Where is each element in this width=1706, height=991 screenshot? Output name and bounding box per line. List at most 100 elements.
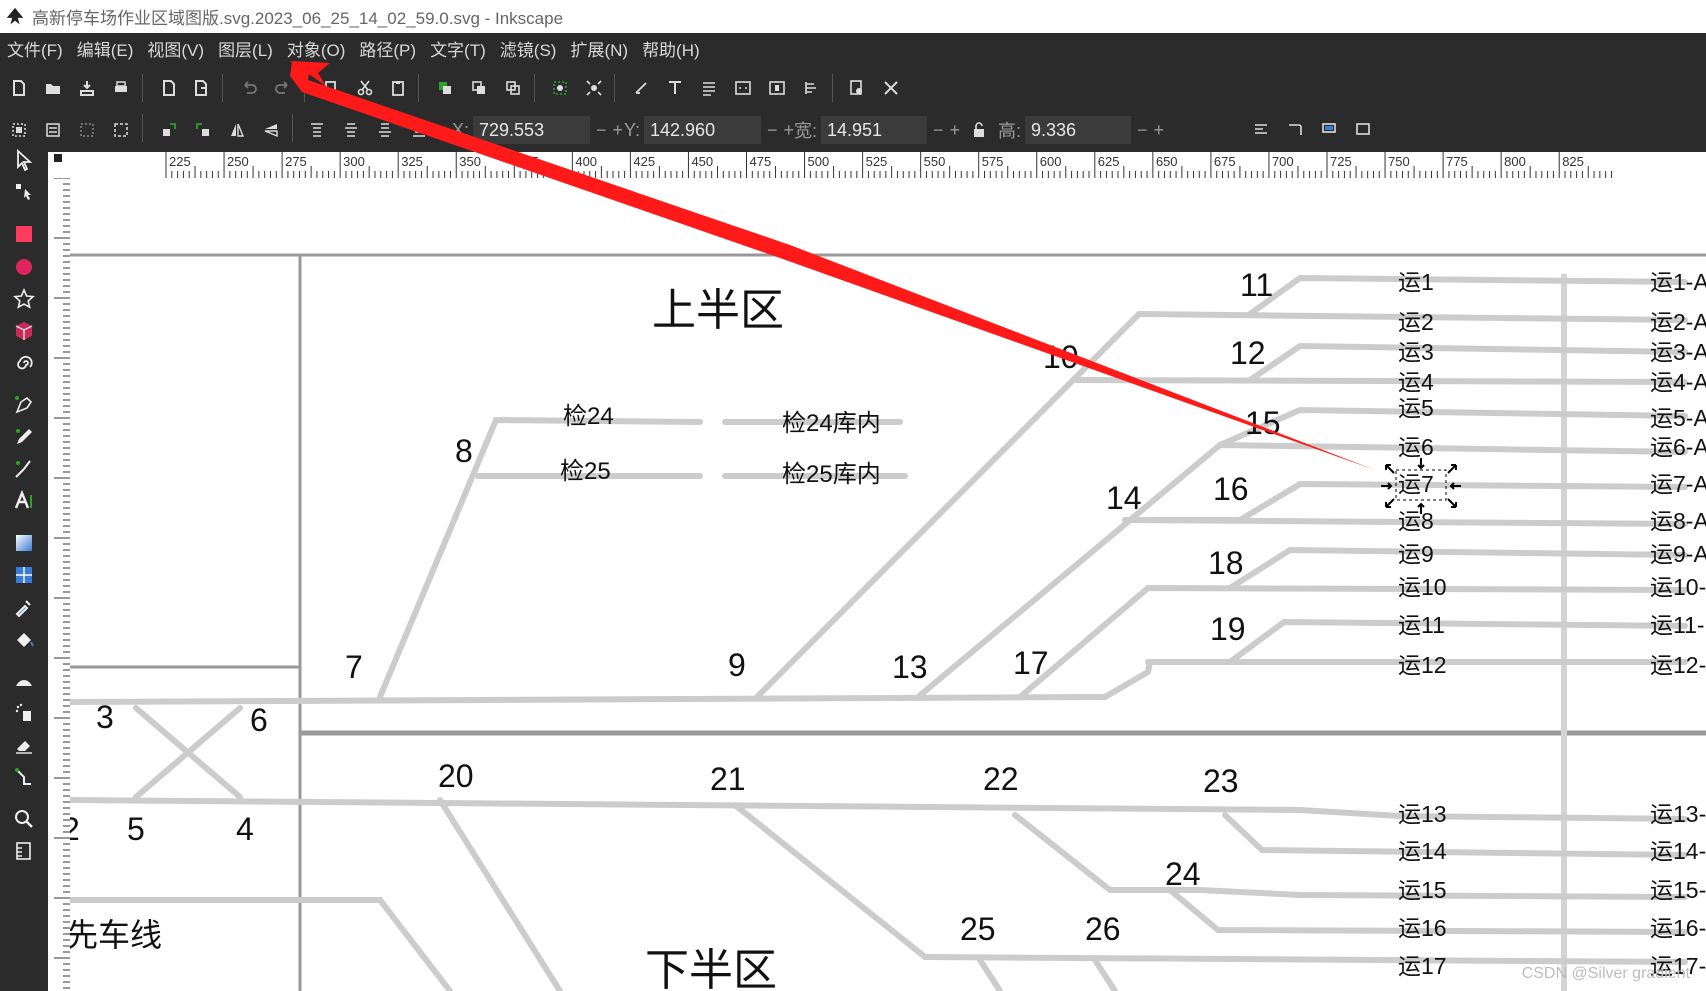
text-tool-icon[interactable] bbox=[9, 486, 39, 516]
scale-corners-icon[interactable] bbox=[1280, 115, 1310, 145]
y-increment-button[interactable]: + bbox=[784, 120, 795, 141]
export-icon[interactable] bbox=[186, 73, 216, 103]
zoom-tool-icon[interactable] bbox=[9, 804, 39, 834]
dropper-tool-icon[interactable] bbox=[9, 592, 39, 622]
move-gradients-icon[interactable] bbox=[1314, 115, 1344, 145]
connector-tool-icon[interactable] bbox=[9, 762, 39, 792]
ellipse-tool-icon[interactable] bbox=[9, 252, 39, 282]
tools-icon[interactable] bbox=[876, 73, 906, 103]
y-input[interactable]: 142.960 bbox=[644, 116, 762, 144]
lock-ratio-icon[interactable] bbox=[964, 115, 994, 145]
menu-layer[interactable]: 图层(L) bbox=[211, 33, 280, 68]
open-folder-icon[interactable] bbox=[38, 73, 68, 103]
rotate-ccw-icon[interactable] bbox=[154, 115, 184, 145]
x-decrement-button[interactable]: − bbox=[596, 120, 607, 141]
align-dialog-icon[interactable] bbox=[762, 73, 792, 103]
rotate-cw-icon[interactable] bbox=[188, 115, 218, 145]
scale-stroke-icon[interactable] bbox=[1246, 115, 1276, 145]
watermark: CSDN @Silver gradient bbox=[1521, 965, 1690, 982]
star-tool-icon[interactable] bbox=[9, 284, 39, 314]
move-patterns-icon[interactable] bbox=[1348, 115, 1378, 145]
raise-to-top-icon[interactable] bbox=[302, 115, 332, 145]
calligraphy-tool-icon[interactable] bbox=[9, 454, 39, 484]
copy-icon[interactable] bbox=[316, 73, 346, 103]
track-number: 10 bbox=[1043, 339, 1079, 375]
redo-icon[interactable] bbox=[268, 73, 298, 103]
horizontal-ruler[interactable]: 225 250 275 300 325 350 375 400 425 450 475 500 525 5… bbox=[48, 152, 1706, 178]
zone-top-label: 上半区 bbox=[652, 286, 784, 335]
vertical-ruler[interactable] bbox=[48, 178, 70, 991]
rectangle-tool-icon[interactable] bbox=[9, 219, 39, 249]
height-increment-button[interactable]: + bbox=[1154, 120, 1165, 141]
tweak-tool-icon[interactable] bbox=[9, 666, 39, 696]
spiral-tool-icon[interactable] bbox=[9, 348, 39, 378]
width-input[interactable]: 14.951 bbox=[821, 116, 928, 144]
bezier-pen-tool-icon[interactable] bbox=[9, 390, 39, 420]
flip-horizontal-icon[interactable] bbox=[222, 115, 252, 145]
x-increment-button[interactable]: + bbox=[613, 120, 624, 141]
flip-vertical-icon[interactable] bbox=[256, 115, 286, 145]
pencil-tool-icon[interactable] bbox=[9, 422, 39, 452]
menu-text[interactable]: 文字(T) bbox=[423, 33, 493, 68]
lower-to-bottom-icon[interactable] bbox=[404, 115, 434, 145]
track-number: 19 bbox=[1210, 611, 1246, 647]
ruler-label: 725 bbox=[1330, 154, 1352, 169]
fill-stroke-icon[interactable] bbox=[626, 73, 656, 103]
x-input[interactable]: 729.553 bbox=[473, 116, 591, 144]
menu-view[interactable]: 视图(V) bbox=[140, 33, 211, 68]
preferences-icon[interactable] bbox=[842, 73, 872, 103]
text-font-icon[interactable] bbox=[660, 73, 690, 103]
paint-bucket-tool-icon[interactable] bbox=[9, 624, 39, 654]
height-input[interactable]: 9.336 bbox=[1025, 116, 1132, 144]
selector-tool-icon[interactable] bbox=[9, 145, 39, 175]
y-decrement-button[interactable]: − bbox=[767, 120, 778, 141]
select-all-icon[interactable] bbox=[4, 115, 34, 145]
eraser-tool-icon[interactable] bbox=[9, 730, 39, 760]
height-decrement-button[interactable]: − bbox=[1137, 120, 1148, 141]
distribute-icon[interactable] bbox=[796, 73, 826, 103]
paste-icon[interactable] bbox=[383, 73, 413, 103]
menu-help[interactable]: 帮助(H) bbox=[635, 33, 707, 68]
yun-label-a: 运8-A bbox=[1650, 508, 1706, 534]
menu-extensions[interactable]: 扩展(N) bbox=[563, 33, 635, 68]
menu-file[interactable]: 文件(F) bbox=[0, 33, 70, 68]
lower-icon[interactable] bbox=[370, 115, 400, 145]
print-icon[interactable] bbox=[106, 73, 136, 103]
3d-box-tool-icon[interactable] bbox=[9, 316, 39, 346]
xml-editor-icon[interactable] bbox=[694, 73, 724, 103]
duplicate-icon[interactable] bbox=[430, 73, 460, 103]
select-all-layers-icon[interactable] bbox=[38, 115, 68, 145]
undo-icon[interactable] bbox=[234, 73, 264, 103]
yun-label: 运15 bbox=[1398, 877, 1447, 903]
cut-icon[interactable] bbox=[350, 73, 380, 103]
ungroup-icon[interactable] bbox=[579, 73, 609, 103]
track-number: 24 bbox=[1165, 856, 1201, 892]
group-icon[interactable] bbox=[545, 73, 575, 103]
measure-tool-icon[interactable] bbox=[9, 836, 39, 866]
ruler-lock-icon[interactable] bbox=[54, 154, 62, 162]
layers-icon[interactable] bbox=[728, 73, 758, 103]
menu-edit[interactable]: 编辑(E) bbox=[70, 33, 141, 68]
menu-path[interactable]: 路径(P) bbox=[352, 33, 423, 68]
node-tool-icon[interactable] bbox=[9, 177, 39, 207]
menu-object[interactable]: 对象(O) bbox=[280, 33, 353, 68]
width-increment-button[interactable]: + bbox=[950, 120, 961, 141]
save-icon[interactable] bbox=[72, 73, 102, 103]
mesh-tool-icon[interactable] bbox=[9, 560, 39, 590]
raise-icon[interactable] bbox=[336, 115, 366, 145]
menu-filters[interactable]: 滤镜(S) bbox=[493, 33, 564, 68]
touch-select-icon[interactable] bbox=[106, 115, 136, 145]
deselect-icon[interactable] bbox=[72, 115, 102, 145]
drawing-canvas[interactable]: 上半区 下半区 先车线 检24 检25 检24库内 检25库内 3 6 2 5 … bbox=[70, 178, 1706, 991]
spray-tool-icon[interactable] bbox=[9, 698, 39, 728]
yun-label selected-object[interactable]: 运7 bbox=[1398, 471, 1434, 497]
track-number: 22 bbox=[983, 761, 1019, 797]
horizontal-ruler-ticks: 225 250 275 300 325 350 375 400 425 450 475 500 525 5… bbox=[54, 152, 1612, 178]
clone-icon[interactable] bbox=[464, 73, 494, 103]
import-icon[interactable] bbox=[154, 73, 184, 103]
width-decrement-button[interactable]: − bbox=[933, 120, 944, 141]
height-label: 高: bbox=[998, 121, 1022, 141]
unlink-clone-icon[interactable] bbox=[498, 73, 528, 103]
gradient-tool-icon[interactable] bbox=[9, 528, 39, 558]
new-document-icon[interactable] bbox=[4, 73, 34, 103]
